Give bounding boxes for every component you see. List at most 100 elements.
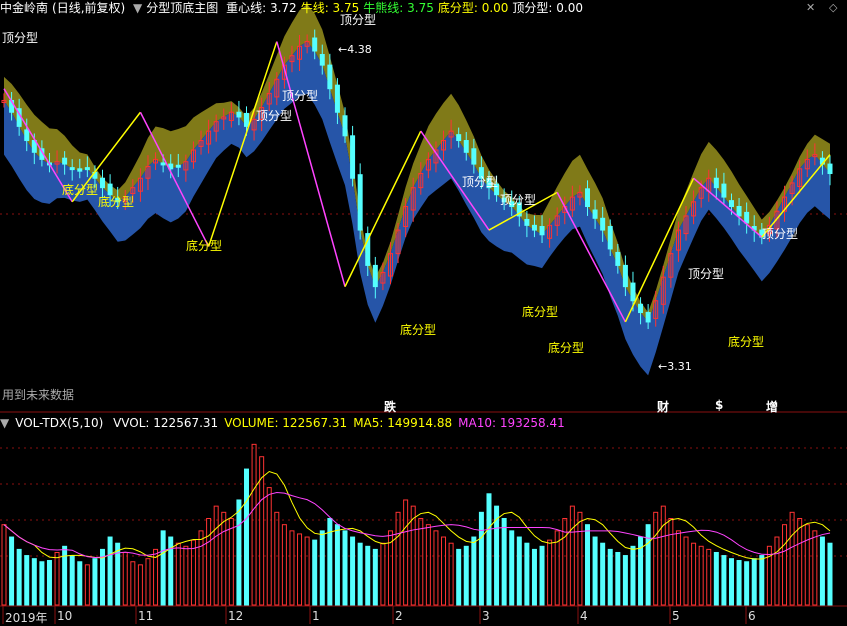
- candle-body: [100, 177, 106, 189]
- volume-bar: [441, 536, 447, 606]
- candle-body: [77, 168, 83, 172]
- fractal-annotation: 底分型: [400, 322, 436, 337]
- candle-body: [539, 226, 545, 236]
- volume-bar: [251, 443, 257, 606]
- ma10-line: [3, 492, 831, 559]
- volume-bar: [304, 536, 310, 606]
- volume-bar: [516, 536, 522, 606]
- event-marker-finance[interactable]: 财: [657, 398, 669, 415]
- fractal-annotation: 顶分型: [762, 227, 798, 241]
- candle-body: [456, 134, 462, 142]
- candle-body: [372, 264, 378, 288]
- chart-canvas: 顶分型底分型底分型底分型顶分型顶分型顶分型底分型顶分型顶分型底分型底分型顶分型底…: [0, 3, 847, 624]
- candle-body: [312, 37, 318, 52]
- volume-bar: [77, 561, 83, 606]
- header-item-3: 底分型: 0.00: [437, 1, 509, 15]
- volume-bar: [107, 536, 113, 606]
- volume-bar: [365, 545, 371, 606]
- indicator-dropdown-icon[interactable]: ▼: [133, 1, 142, 15]
- volume-bar: [774, 536, 780, 606]
- volume-bar: [16, 548, 22, 606]
- volume-bar: [448, 542, 454, 606]
- fractal-annotation: 底分型: [62, 182, 98, 197]
- volume-header-item-2: MA5: 149914.88: [353, 416, 453, 430]
- event-marker-dividend[interactable]: $: [715, 398, 723, 412]
- stock-name: 中金岭南: [0, 1, 49, 15]
- volume-bar: [92, 558, 98, 606]
- volume-bar: [706, 548, 712, 606]
- volume-bar: [683, 536, 689, 606]
- volume-bar: [319, 530, 325, 606]
- x-axis-label: 11: [138, 609, 154, 623]
- volume-bar: [509, 530, 515, 606]
- close-icon[interactable]: ✕: [806, 1, 815, 14]
- fractal-annotation: 顶分型: [500, 193, 536, 207]
- candle-body: [638, 303, 644, 314]
- volume-bar: [547, 539, 553, 606]
- volume-bar: [698, 545, 704, 606]
- fractal-annotation: 底分型: [522, 304, 558, 319]
- volume-bar: [592, 536, 598, 606]
- header-item-2: 牛熊线: 3.75: [363, 1, 434, 15]
- volume-bar: [357, 542, 363, 606]
- candle-body: [600, 217, 606, 231]
- diamond-icon[interactable]: ◇: [829, 1, 837, 14]
- volume-bar: [39, 561, 45, 606]
- event-marker-fall[interactable]: 跌: [384, 398, 396, 415]
- x-axis-label: 2: [395, 609, 403, 623]
- candle-body: [175, 164, 181, 168]
- x-axis-label: 5: [672, 609, 680, 623]
- candle-body: [585, 188, 591, 207]
- candle-body: [350, 135, 356, 179]
- volume-bar: [600, 542, 606, 606]
- volume-bar: [577, 511, 583, 606]
- candle-body: [334, 84, 340, 113]
- volume-bar: [69, 555, 75, 606]
- main-header: 中金岭南 (日线,前复权) ▼ 分型顶底主图 重心线: 3.72 牛线: 3.75 牛熊…: [0, 0, 591, 16]
- volume-bar: [62, 545, 68, 606]
- volume-bar: [782, 524, 788, 606]
- volume-bar: [175, 542, 181, 606]
- event-marker-increase[interactable]: 增: [766, 398, 778, 415]
- volume-bar: [804, 524, 810, 606]
- x-axis-label: 12: [228, 609, 244, 623]
- price-mark: ←4.38: [338, 43, 372, 56]
- ma5-line: [3, 470, 831, 560]
- volume-bar: [46, 560, 52, 606]
- volume-bar: [531, 548, 537, 606]
- volume-header-item-0: VVOL: 122567.31: [113, 416, 219, 430]
- candle-body: [62, 157, 68, 165]
- candle-body: [84, 167, 90, 171]
- x-axis-label: 10: [57, 609, 73, 623]
- volume-bar: [145, 558, 151, 606]
- candle-body: [615, 251, 621, 266]
- volume-bar: [456, 548, 462, 606]
- indicator-name[interactable]: 分型顶底主图: [146, 1, 218, 15]
- volume-bar: [312, 539, 318, 606]
- volume-bar: [334, 524, 340, 606]
- volume-bar: [675, 530, 681, 606]
- volume-bar: [190, 539, 196, 606]
- candle-body: [463, 140, 469, 153]
- fractal-annotation: 顶分型: [256, 109, 292, 123]
- volume-header: ▼ VOL-TDX(5,10) VVOL: 122567.31 VOLUME: 12…: [0, 415, 577, 431]
- candle-body: [592, 209, 598, 219]
- future-data-note: 用到未来数据: [2, 388, 75, 402]
- volume-bar: [478, 511, 484, 606]
- volume-bar: [819, 536, 825, 606]
- volume-settings-icon[interactable]: ▼: [0, 416, 9, 430]
- volume-bar: [653, 511, 659, 606]
- fractal-annotation: 顶分型: [282, 89, 318, 103]
- header-item-4: 顶分型: 0.00: [512, 1, 583, 15]
- volume-indicator-name[interactable]: VOL-TDX(5,10): [15, 416, 103, 430]
- volume-bar: [736, 560, 742, 606]
- volume-bar: [615, 551, 621, 606]
- volume-bar: [24, 555, 30, 606]
- volume-bar: [721, 555, 727, 606]
- volume-bar: [471, 536, 477, 606]
- volume-bar: [221, 511, 227, 606]
- x-axis-label: 6: [748, 609, 756, 623]
- volume-bar: [198, 530, 204, 606]
- x-axis-label: 4: [580, 609, 588, 623]
- candle-body: [342, 115, 348, 137]
